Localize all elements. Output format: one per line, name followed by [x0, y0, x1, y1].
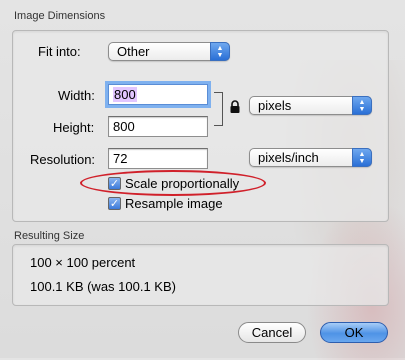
resolution-unit-popup[interactable]: pixels/inch ▲ ▼: [249, 148, 372, 167]
popup-arrows-icon: ▲ ▼: [352, 148, 372, 167]
resample-image-checkbox[interactable]: ✓: [108, 197, 121, 210]
fit-into-popup[interactable]: Other ▲ ▼: [108, 42, 230, 61]
width-label: Width:: [58, 88, 95, 103]
unit-value: pixels: [258, 98, 292, 113]
resulting-kb: 100.1 KB (was 100.1 KB): [30, 279, 176, 294]
popup-arrows-icon: ▲ ▼: [352, 96, 372, 115]
ok-button[interactable]: OK: [320, 322, 388, 343]
link-bracket: [214, 92, 223, 126]
popup-arrows-icon: ▲ ▼: [210, 42, 230, 61]
height-label: Height:: [53, 120, 95, 135]
resulting-size-box: [12, 244, 389, 306]
width-value: 800: [113, 87, 137, 102]
fit-into-label: Fit into:: [38, 44, 81, 59]
resolution-field[interactable]: 72: [108, 148, 208, 169]
resolution-label: Resolution:: [30, 152, 96, 167]
resolution-value: 72: [113, 151, 128, 166]
image-dimensions-heading: Image Dimensions: [14, 10, 106, 22]
width-field[interactable]: 800: [108, 84, 208, 105]
highlight-ellipse: [80, 170, 266, 196]
height-field[interactable]: 800: [108, 116, 208, 137]
resulting-size-heading: Resulting Size: [14, 230, 85, 242]
cancel-button[interactable]: Cancel: [238, 322, 306, 343]
unit-popup[interactable]: pixels ▲ ▼: [249, 96, 372, 115]
resample-image-label[interactable]: Resample image: [125, 196, 223, 211]
fit-into-value: Other: [117, 44, 150, 59]
lock-icon[interactable]: [229, 100, 241, 114]
height-value: 800: [113, 119, 135, 134]
resulting-percent: 100 × 100 percent: [30, 255, 136, 270]
resolution-unit-value: pixels/inch: [258, 150, 319, 165]
